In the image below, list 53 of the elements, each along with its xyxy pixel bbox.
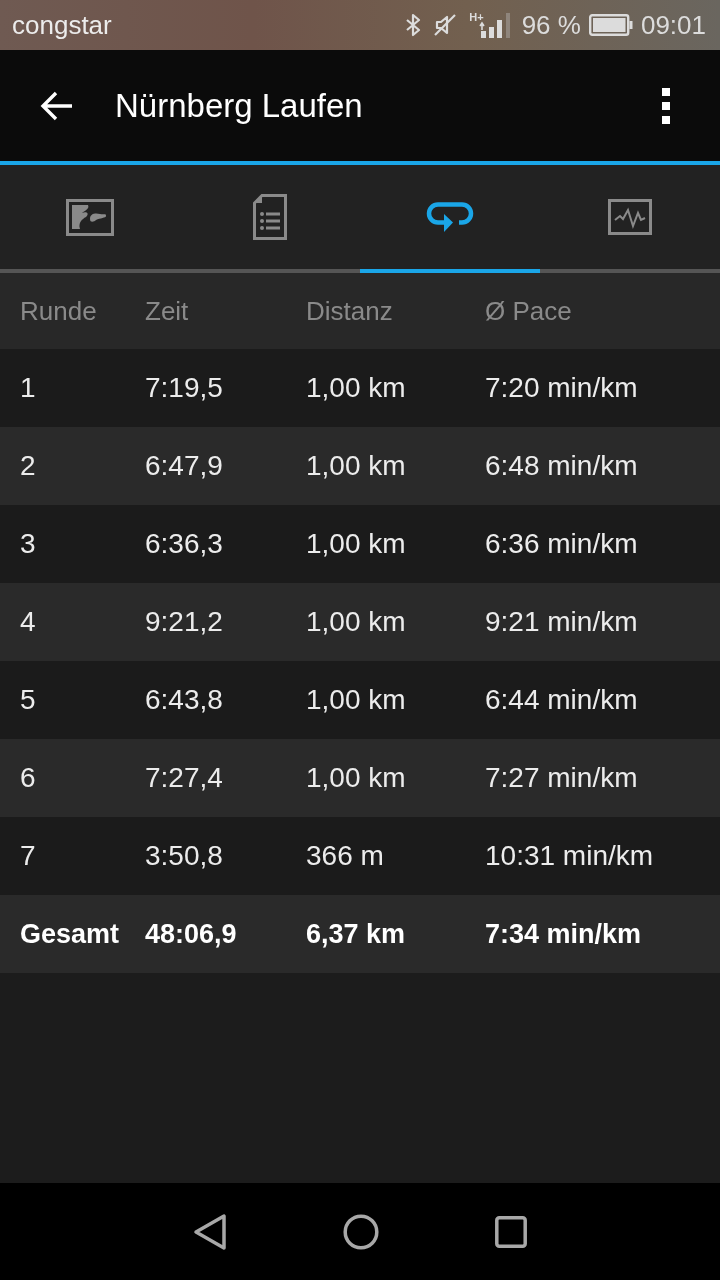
table-cell-text: 6:36 min/km <box>485 528 639 560</box>
total-cell-text: 7:34 min/km <box>485 918 643 950</box>
table-cell-text: 366 m <box>306 840 385 872</box>
screen-title: Nürnberg Laufen <box>115 86 364 125</box>
table-cell-text: 1,00 km <box>306 606 407 638</box>
table-cell-text: 1,00 km <box>306 450 407 482</box>
map-icon <box>66 198 114 236</box>
table-cell-text: 1,00 km <box>306 528 407 560</box>
table-cell-text: 1,00 km <box>306 684 407 716</box>
table-cell-text: 3 <box>20 528 37 560</box>
battery-percentage: 96 % <box>521 9 581 41</box>
document-list-icon <box>253 194 287 240</box>
table-cell-text: 4 <box>20 606 37 638</box>
network-type: H+ <box>469 12 484 23</box>
battery-icon <box>588 14 633 36</box>
total-cell-text: Gesamt <box>20 918 121 950</box>
table-cell-text: 9:21,2 <box>145 606 224 638</box>
table-cell-text: 1 <box>20 372 37 404</box>
table-cell-text: 7:19,5 <box>145 372 224 404</box>
table-cell-text: 6:44 min/km <box>485 684 639 716</box>
table-cell-text: 6:48 min/km <box>485 450 639 482</box>
total-cell-text: 48:06,9 <box>145 918 238 950</box>
home-circle-icon <box>343 1213 379 1250</box>
column-header: Ø Pace <box>485 295 573 327</box>
table-cell-text: 9:21 min/km <box>485 606 639 638</box>
more-options-icon <box>662 87 670 124</box>
table-cell-text: 6:47,9 <box>145 450 224 482</box>
column-header: Zeit <box>145 295 190 327</box>
table-cell-text: 3:50,8 <box>145 840 224 872</box>
activity-chart-icon <box>608 199 652 235</box>
total-cell-text: 6,37 km <box>306 918 407 950</box>
table-cell-text: 7:27 min/km <box>485 762 639 794</box>
muted-speaker-icon <box>433 13 458 37</box>
table-cell-text: 6 <box>20 762 37 794</box>
loop-arrow-icon <box>426 201 474 233</box>
clock: 09:01 <box>640 9 706 41</box>
table-cell-text: 10:31 min/km <box>485 840 655 872</box>
table-cell-text: 7 <box>20 840 37 872</box>
table-cell-text: 2 <box>20 450 37 482</box>
square-icon <box>495 1215 527 1248</box>
column-header: Distanz <box>306 295 394 327</box>
back-triangle-icon <box>193 1212 227 1251</box>
carrier-name: congstar <box>12 9 112 41</box>
table-cell-text: 7:27,4 <box>145 762 224 794</box>
table-cell-text: 7:20 min/km <box>485 372 639 404</box>
bluetooth-icon <box>405 13 422 37</box>
table-cell-text: 6:36,3 <box>145 528 224 560</box>
column-header: Runde <box>20 295 98 327</box>
table-cell-text: 6:43,8 <box>145 684 224 716</box>
back-arrow-icon <box>40 90 74 121</box>
table-cell-text: 1,00 km <box>306 372 407 404</box>
table-cell-text: 1,00 km <box>306 762 407 794</box>
table-cell-text: 5 <box>20 684 37 716</box>
